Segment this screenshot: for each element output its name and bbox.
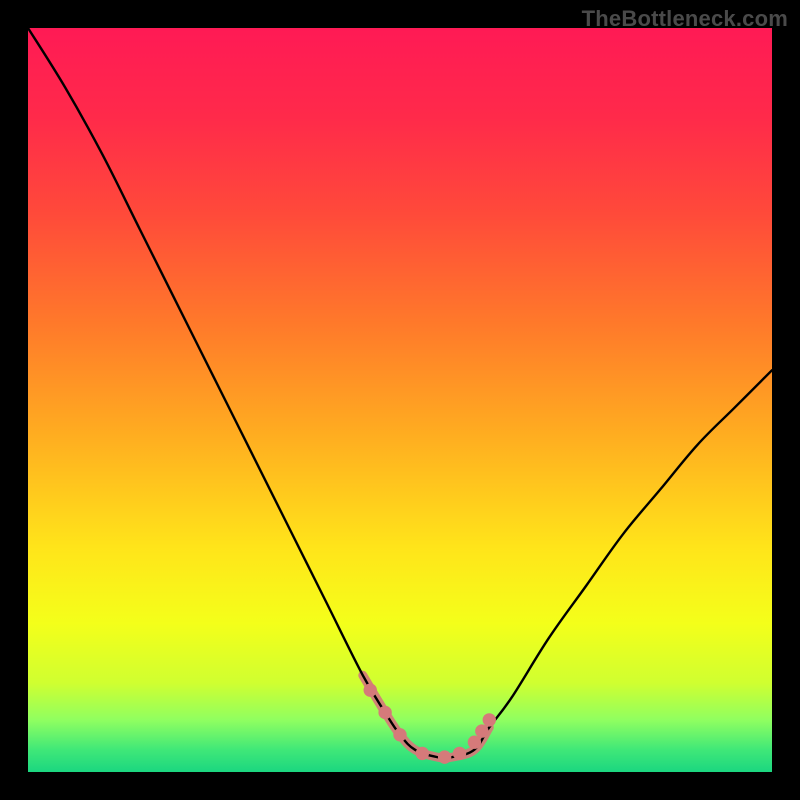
bottleneck-chart-svg [28, 28, 772, 772]
chart-frame: TheBottleneck.com [0, 0, 800, 800]
accent-dot [378, 706, 391, 719]
accent-dot [364, 683, 377, 696]
accent-dot [475, 724, 488, 737]
accent-dot [483, 713, 496, 726]
accent-dot [438, 750, 451, 763]
accent-dot [416, 747, 429, 760]
accent-dot [468, 736, 481, 749]
accent-dot [453, 747, 466, 760]
plot-area [28, 28, 772, 772]
accent-dot [393, 728, 406, 741]
gradient-backdrop [28, 28, 772, 772]
